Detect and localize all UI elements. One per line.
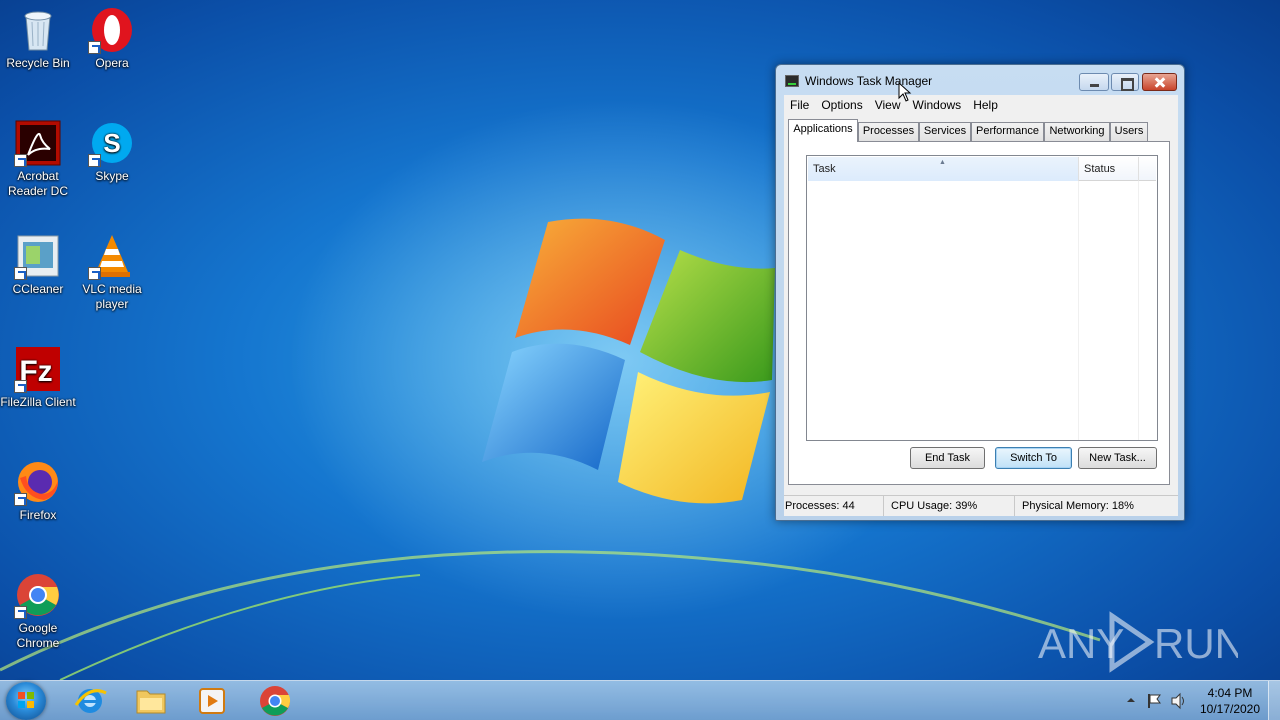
tab-performance[interactable]: Performance xyxy=(971,122,1044,141)
desktop-icon-chrome[interactable]: Google Chrome xyxy=(0,571,76,651)
minimize-button[interactable] xyxy=(1079,73,1109,91)
start-button[interactable] xyxy=(6,682,46,720)
shortcut-arrow-icon xyxy=(14,267,27,280)
anyrun-watermark: ANY RUN xyxy=(1038,611,1238,673)
shortcut-arrow-icon xyxy=(14,493,27,506)
action-center-flag-icon[interactable] xyxy=(1146,692,1164,710)
shortcut-arrow-icon xyxy=(88,267,101,280)
desktop-icon-label: Skype xyxy=(95,169,129,183)
media-player-icon xyxy=(199,688,225,714)
mouse-pointer-icon xyxy=(898,82,912,102)
windows-explorer-icon xyxy=(136,690,166,714)
window-client-area: Applications Processes Services Performa… xyxy=(784,114,1178,495)
tab-services[interactable]: Services xyxy=(919,122,971,141)
ccleaner-icon xyxy=(14,232,62,280)
skype-icon: S xyxy=(88,119,136,167)
desktop-icon-label: VLC media player xyxy=(82,282,142,311)
list-header: Task ▲ Status xyxy=(808,157,1156,181)
shortcut-arrow-icon xyxy=(88,41,101,54)
opera-icon xyxy=(88,6,136,54)
task-list[interactable]: Task ▲ Status xyxy=(806,155,1158,441)
volume-icon[interactable] xyxy=(1170,692,1188,710)
sort-ascending-icon: ▲ xyxy=(939,159,946,166)
shortcut-arrow-icon xyxy=(14,380,27,393)
title-bar[interactable]: Windows Task Manager xyxy=(776,65,1184,95)
tab-networking[interactable]: Networking xyxy=(1044,122,1110,141)
desktop-icon-filezilla[interactable]: Fz FileZilla Client xyxy=(0,345,76,410)
firefox-icon xyxy=(14,458,62,506)
desktop-icon-label: CCleaner xyxy=(12,282,64,296)
menu-bar: File Options View Windows Help xyxy=(784,95,1178,114)
new-task-button[interactable]: New Task... xyxy=(1078,447,1157,469)
internet-explorer-icon xyxy=(74,689,107,713)
desktop-icon-label: Google Chrome xyxy=(16,621,60,650)
svg-text:S: S xyxy=(103,128,120,158)
column-divider xyxy=(1078,181,1079,440)
taskbar-chrome[interactable] xyxy=(247,683,303,719)
recycle-bin-icon xyxy=(14,6,62,54)
desktop-icon-opera[interactable]: Opera xyxy=(74,6,150,71)
end-task-button[interactable]: End Task xyxy=(910,447,985,469)
taskbar-internet-explorer[interactable] xyxy=(62,683,118,719)
menu-options[interactable]: Options xyxy=(815,98,868,112)
tab-processes[interactable]: Processes xyxy=(858,122,919,141)
taskbar-media-player[interactable] xyxy=(184,683,240,719)
status-cpu-usage: CPU Usage: 39% xyxy=(885,496,1015,516)
shortcut-arrow-icon xyxy=(88,154,101,167)
desktop-icon-firefox[interactable]: Firefox xyxy=(0,458,76,523)
vlc-icon xyxy=(88,232,136,280)
shortcut-arrow-icon xyxy=(14,606,27,619)
column-header-status[interactable]: Status xyxy=(1079,157,1139,181)
menu-windows[interactable]: Windows xyxy=(907,98,968,112)
close-button[interactable] xyxy=(1142,73,1177,91)
desktop-icon-label: Firefox xyxy=(19,508,57,522)
desktop-icon-ccleaner[interactable]: CCleaner xyxy=(0,232,76,297)
applications-panel: Task ▲ Status End Task Switch To New Tas… xyxy=(788,141,1170,485)
acrobat-reader-icon xyxy=(14,119,62,167)
taskbar-windows-explorer[interactable] xyxy=(123,683,179,719)
status-processes: Processes: 44 xyxy=(784,496,884,516)
menu-help[interactable]: Help xyxy=(967,98,1004,112)
chrome-icon xyxy=(260,686,291,716)
desktop-icon-recycle-bin[interactable]: Recycle Bin xyxy=(0,6,76,71)
chrome-icon xyxy=(14,571,62,619)
menu-file[interactable]: File xyxy=(784,98,815,112)
tab-users[interactable]: Users xyxy=(1110,122,1148,141)
watermark-text-right: RUN xyxy=(1154,620,1238,667)
desktop-icon-label: Acrobat Reader DC xyxy=(7,169,69,198)
desktop-icon-label: FileZilla Client xyxy=(0,395,76,409)
show-hidden-icons-icon[interactable] xyxy=(1124,693,1138,707)
desktop-icon-acrobat[interactable]: Acrobat Reader DC xyxy=(0,119,76,199)
desktop-icon-label: Opera xyxy=(95,56,129,70)
window-title: Windows Task Manager xyxy=(805,74,933,88)
windows-flag-icon xyxy=(18,692,34,708)
maximize-button[interactable] xyxy=(1111,73,1139,91)
task-manager-window[interactable]: Windows Task Manager File Options View W… xyxy=(775,64,1185,521)
filezilla-icon: Fz xyxy=(14,345,62,393)
taskbar: 4:04 PM 10/17/2020 xyxy=(0,680,1280,720)
status-physical-memory: Physical Memory: 18% xyxy=(1022,500,1134,512)
task-manager-icon xyxy=(785,75,799,87)
desktop-icon-skype[interactable]: S Skype xyxy=(74,119,150,184)
status-bar: Processes: 44 CPU Usage: 39% Physical Me… xyxy=(784,495,1178,516)
show-desktop-button[interactable] xyxy=(1268,681,1280,720)
switch-to-button[interactable]: Switch To xyxy=(995,447,1072,469)
column-divider xyxy=(1138,181,1139,440)
system-clock[interactable]: 4:04 PM 10/17/2020 xyxy=(1190,685,1270,717)
clock-date: 10/17/2020 xyxy=(1199,702,1261,716)
desktop-icon-vlc[interactable]: VLC media player xyxy=(74,232,150,312)
shortcut-arrow-icon xyxy=(14,154,27,167)
clock-time: 4:04 PM xyxy=(1207,686,1253,700)
tab-applications[interactable]: Applications xyxy=(788,119,858,142)
desktop-icon-label: Recycle Bin xyxy=(6,56,70,70)
